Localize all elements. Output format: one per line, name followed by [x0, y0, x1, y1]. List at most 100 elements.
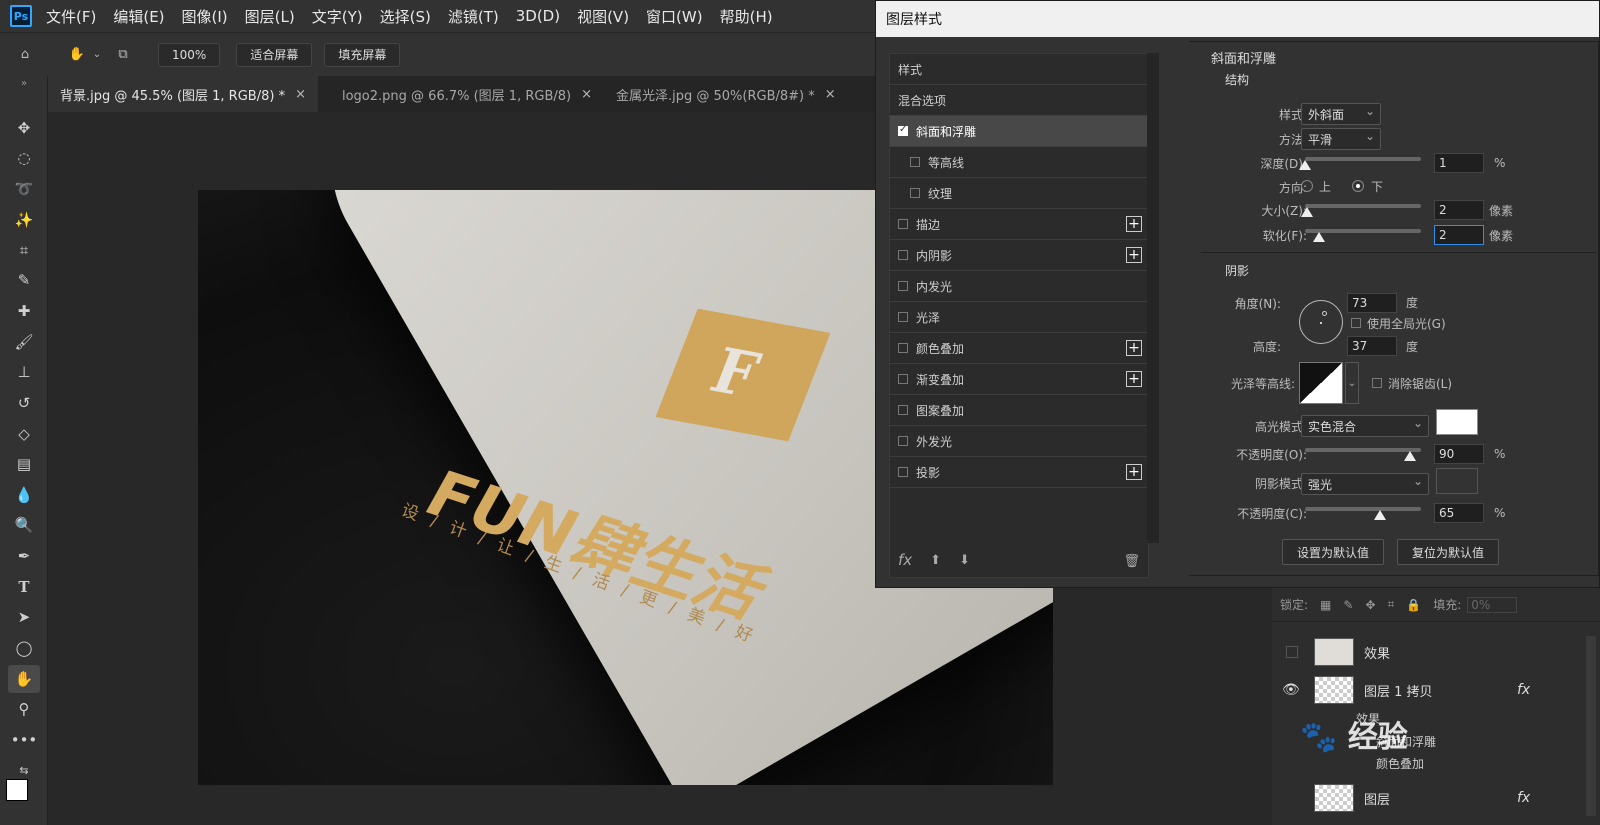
close-icon[interactable]: × [581, 87, 592, 102]
menu-window[interactable]: 窗口(W) [646, 6, 703, 27]
menu-file[interactable]: 文件(F) [46, 6, 96, 27]
angle-dial[interactable] [1299, 300, 1343, 344]
add-icon[interactable]: + [1126, 464, 1142, 480]
soften-input[interactable]: 2 [1434, 225, 1484, 245]
zoom-tool-icon[interactable]: ⚲ [8, 695, 40, 723]
move-tool-icon[interactable]: ✥ [8, 114, 40, 142]
style-item-inner-glow[interactable]: 内发光 [890, 271, 1148, 302]
lock-artboard-icon[interactable]: ⌗ [1388, 597, 1395, 612]
layer-row[interactable]: 👁 图层 1 拷贝 fx [1272, 670, 1552, 710]
lock-position-icon[interactable]: ✥ [1365, 598, 1375, 612]
pen-tool-icon[interactable]: ✒ [8, 542, 40, 570]
gloss-contour-preview[interactable] [1299, 362, 1343, 404]
add-icon[interactable]: + [1126, 340, 1142, 356]
menu-image[interactable]: 图像(I) [182, 6, 228, 27]
checkbox[interactable] [898, 250, 908, 260]
fx-icon[interactable]: fx [1517, 790, 1530, 806]
close-icon[interactable]: × [825, 87, 836, 102]
anti-aliased-checkbox[interactable] [1372, 378, 1382, 388]
style-item-stroke[interactable]: 描边 + [890, 209, 1148, 240]
stamp-tool-icon[interactable]: ⊥ [8, 358, 40, 386]
marquee-tool-icon[interactable]: ◌ [8, 144, 40, 172]
shadow-color-swatch[interactable] [1436, 468, 1478, 494]
menu-type[interactable]: 文字(Y) [312, 6, 363, 27]
checkbox[interactable] [898, 405, 908, 415]
style-item-contour[interactable]: 等高线 [890, 147, 1148, 178]
shadow-opacity-knob[interactable] [1374, 510, 1386, 520]
fx-icon[interactable]: fx [1517, 682, 1530, 698]
style-item-inner-shadow[interactable]: 内阴影 + [890, 240, 1148, 271]
gloss-contour-dropdown-icon[interactable]: ⌄ [1345, 362, 1359, 404]
fill-screen-button[interactable]: 填充屏幕 [324, 42, 401, 67]
add-icon[interactable]: + [1126, 371, 1142, 387]
lasso-tool-icon[interactable]: ➰ [8, 175, 40, 203]
bevel-style-select[interactable]: 外斜面 [1301, 103, 1381, 125]
technique-select[interactable]: 平滑 [1301, 128, 1381, 150]
layer-row[interactable]: 效果 [1272, 632, 1552, 672]
menu-edit[interactable]: 编辑(E) [113, 6, 164, 27]
menu-view[interactable]: 视图(V) [577, 6, 629, 27]
more-tools-icon[interactable]: ••• [8, 726, 40, 754]
canvas-area[interactable]: F FUN肆生活 设/计/让/生/活/更/美/好 [48, 112, 1053, 825]
tab-document-1[interactable]: 背景.jpg @ 45.5% (图层 1, RGB/8) * × [48, 76, 318, 112]
checkbox[interactable] [910, 157, 920, 167]
shadow-opacity-slider[interactable] [1305, 507, 1421, 511]
home-icon[interactable]: ⌂ [14, 44, 36, 66]
checkbox[interactable] [910, 188, 920, 198]
fx-icon[interactable]: fx [898, 551, 912, 569]
path-selection-tool-icon[interactable]: ➤ [8, 603, 40, 631]
depth-input[interactable]: 1 [1434, 153, 1484, 173]
chevron-down-icon[interactable]: ⌄ [90, 44, 104, 66]
style-item-texture[interactable]: 纹理 [890, 178, 1148, 209]
visibility-toggle[interactable] [1286, 646, 1298, 658]
hand-tool-icon[interactable]: ✋ [8, 665, 40, 693]
gradient-tool-icon[interactable]: ▤ [8, 450, 40, 478]
style-item-styles[interactable]: 样式 [890, 54, 1148, 85]
depth-slider-knob[interactable] [1299, 160, 1311, 170]
menu-select[interactable]: 选择(S) [380, 6, 431, 27]
make-default-button[interactable]: 设置为默认值 [1282, 539, 1384, 565]
menu-3d[interactable]: 3D(D) [516, 7, 560, 25]
zoom-value-button[interactable]: 100% [158, 42, 221, 67]
magic-wand-tool-icon[interactable]: ✨ [8, 206, 40, 234]
trash-icon[interactable]: 🗑 [1123, 554, 1140, 569]
style-item-blending-options[interactable]: 混合选项 [890, 85, 1148, 116]
style-item-pattern-overlay[interactable]: 图案叠加 [890, 395, 1148, 426]
fill-input[interactable]: 0% [1467, 596, 1518, 613]
scroll-all-windows-icon[interactable]: ⧉ [112, 44, 134, 66]
style-item-bevel-emboss[interactable]: 斜面和浮雕 [890, 116, 1148, 147]
eraser-tool-icon[interactable]: ◇ [8, 420, 40, 448]
style-list-scrollbar[interactable] [1147, 53, 1159, 543]
checkbox[interactable] [898, 219, 908, 229]
style-item-gradient-overlay[interactable]: 渐变叠加 + [890, 364, 1148, 395]
angle-input[interactable]: 73 [1347, 293, 1397, 313]
layers-scrollbar[interactable] [1586, 636, 1596, 816]
size-slider[interactable] [1305, 204, 1421, 208]
checkbox[interactable] [898, 343, 908, 353]
add-icon[interactable]: + [1126, 247, 1142, 263]
checkbox[interactable] [898, 281, 908, 291]
checkbox[interactable] [898, 436, 908, 446]
lock-image-icon[interactable]: ✎ [1343, 598, 1353, 612]
style-item-drop-shadow[interactable]: 投影 + [890, 457, 1148, 488]
shadow-opacity-input[interactable]: 65 [1434, 503, 1484, 523]
size-slider-knob[interactable] [1301, 207, 1313, 217]
move-up-icon[interactable]: ⬆ [930, 553, 941, 568]
checkbox[interactable] [898, 124, 908, 136]
eyedropper-tool-icon[interactable]: ✎ [8, 266, 40, 294]
direction-up-radio[interactable] [1301, 180, 1313, 192]
tab-document-2[interactable]: logo2.png @ 66.7% (图层 1, RGB/8) × [330, 76, 604, 112]
reset-default-button[interactable]: 复位为默认值 [1397, 539, 1499, 565]
highlight-opacity-input[interactable]: 90 [1434, 444, 1484, 464]
type-tool-icon[interactable]: T [8, 573, 40, 601]
crop-tool-icon[interactable]: ⌗ [8, 236, 40, 264]
checkbox[interactable] [898, 374, 908, 384]
checkbox[interactable] [898, 467, 908, 477]
eye-icon[interactable]: 👁 [1282, 682, 1300, 698]
history-brush-tool-icon[interactable]: ↺ [8, 389, 40, 417]
lock-all-icon[interactable]: 🔒 [1406, 598, 1421, 612]
size-input[interactable]: 2 [1434, 200, 1484, 220]
dodge-tool-icon[interactable]: 🔍 [8, 511, 40, 539]
move-down-icon[interactable]: ⬇ [959, 553, 970, 568]
shadow-mode-select[interactable]: 强光 [1301, 473, 1429, 495]
